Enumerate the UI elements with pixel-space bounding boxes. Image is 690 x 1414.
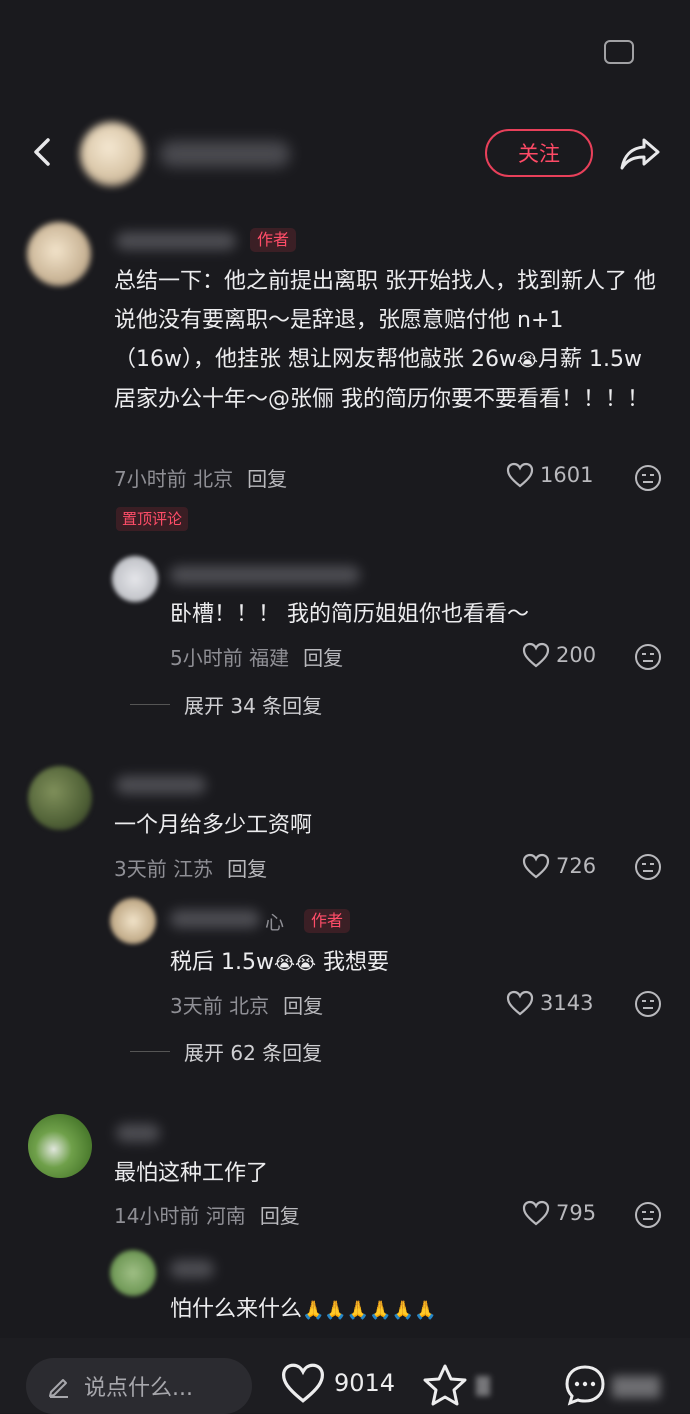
reply-button[interactable]: 回复: [303, 646, 343, 670]
avatar[interactable]: [28, 766, 92, 830]
back-arrow-icon[interactable]: [28, 132, 58, 172]
like-button[interactable]: 200: [522, 642, 596, 668]
avatar[interactable]: [110, 898, 156, 944]
crying-emoji-icon: 😭: [516, 349, 539, 371]
reply-text: 卧槽！！！ 我的简历姐姐你也看看～: [170, 602, 529, 627]
crying-emoji-icon: 😭😭: [273, 952, 317, 974]
praying-hands-emoji-icon: 🙏🙏🙏🙏🙏🙏: [302, 1299, 437, 1321]
reply-button[interactable]: 回复: [260, 1204, 300, 1228]
commenter-name-blurred[interactable]: [116, 1124, 160, 1142]
reply-button[interactable]: 回复: [247, 467, 287, 491]
heart-icon: [281, 1363, 325, 1403]
heart-icon: [506, 990, 534, 1016]
like-button[interactable]: 3143: [506, 990, 593, 1016]
reply-author-name-tail: 心: [265, 912, 285, 934]
comment-count-blurred: [612, 1376, 660, 1398]
comment-input-placeholder: 说点什么...: [84, 1376, 193, 1401]
like-button[interactable]: 795: [522, 1200, 596, 1226]
dislike-icon[interactable]: [634, 643, 662, 671]
heart-icon: [522, 642, 550, 668]
comment-meta: 3天前 江苏 回复: [114, 857, 268, 881]
avatar[interactable]: [27, 222, 91, 286]
comment-bubble-icon[interactable]: [562, 1362, 608, 1408]
collect-count-blurred: [476, 1376, 490, 1396]
expand-replies-button[interactable]: 展开 34 条回复: [130, 690, 322, 719]
commenter-name-blurred[interactable]: [170, 910, 260, 928]
avatar[interactable]: [110, 1250, 156, 1296]
author-badge: 作者: [304, 909, 351, 933]
like-button[interactable]: 726: [522, 853, 596, 879]
pencil-icon: [49, 1379, 68, 1398]
comment-text: 总结一下：他之前提出离职 张开始找人，找到新人了 他说他没有要离职～是辞退，张愿…: [114, 269, 656, 412]
avatar[interactable]: [112, 556, 158, 602]
reply-button[interactable]: 回复: [227, 857, 267, 881]
follow-button[interactable]: 关注: [485, 129, 593, 177]
heart-icon: [522, 1200, 550, 1226]
comment-text: 一个月给多少工资啊: [114, 813, 313, 838]
dislike-icon[interactable]: [634, 464, 662, 492]
comment-text: 最怕这种工作了: [114, 1161, 269, 1186]
commenter-name-blurred[interactable]: [116, 232, 236, 250]
comment-meta: 14小时前 河南 回复: [114, 1204, 300, 1228]
pinned-comment-badge: 置顶评论: [116, 507, 189, 531]
comment-meta: 7小时前 北京 回复: [114, 467, 288, 491]
share-icon[interactable]: [618, 134, 662, 174]
like-button[interactable]: 1601: [506, 462, 593, 488]
author-avatar[interactable]: [80, 122, 144, 186]
commenter-name-blurred[interactable]: [116, 776, 206, 794]
author-name-blurred[interactable]: [160, 141, 290, 167]
reply-meta: 3天前 北京 回复: [170, 994, 324, 1018]
author-badge: 作者: [250, 228, 297, 252]
heart-icon: [522, 853, 550, 879]
reply-meta: 5小时前 福建 回复: [170, 646, 344, 670]
star-icon[interactable]: [422, 1363, 468, 1407]
dislike-icon[interactable]: [634, 1201, 662, 1229]
reply-button[interactable]: 回复: [283, 994, 323, 1018]
reply-text: 怕什么来什么🙏🙏🙏🙏🙏🙏: [170, 1290, 437, 1330]
dislike-icon[interactable]: [634, 853, 662, 881]
post-like-button[interactable]: 9014: [280, 1362, 395, 1404]
avatar[interactable]: [28, 1114, 92, 1178]
commenter-name-blurred[interactable]: [170, 566, 360, 584]
heart-icon: [506, 462, 534, 488]
expand-replies-button[interactable]: 展开 62 条回复: [130, 1037, 322, 1066]
dislike-icon[interactable]: [634, 990, 662, 1018]
reply-text: 税后 1.5w😭😭 我想要: [170, 943, 389, 983]
comment-input[interactable]: 说点什么...: [26, 1358, 252, 1414]
battery-icon: [604, 40, 634, 64]
commenter-name-blurred[interactable]: [170, 1260, 214, 1278]
